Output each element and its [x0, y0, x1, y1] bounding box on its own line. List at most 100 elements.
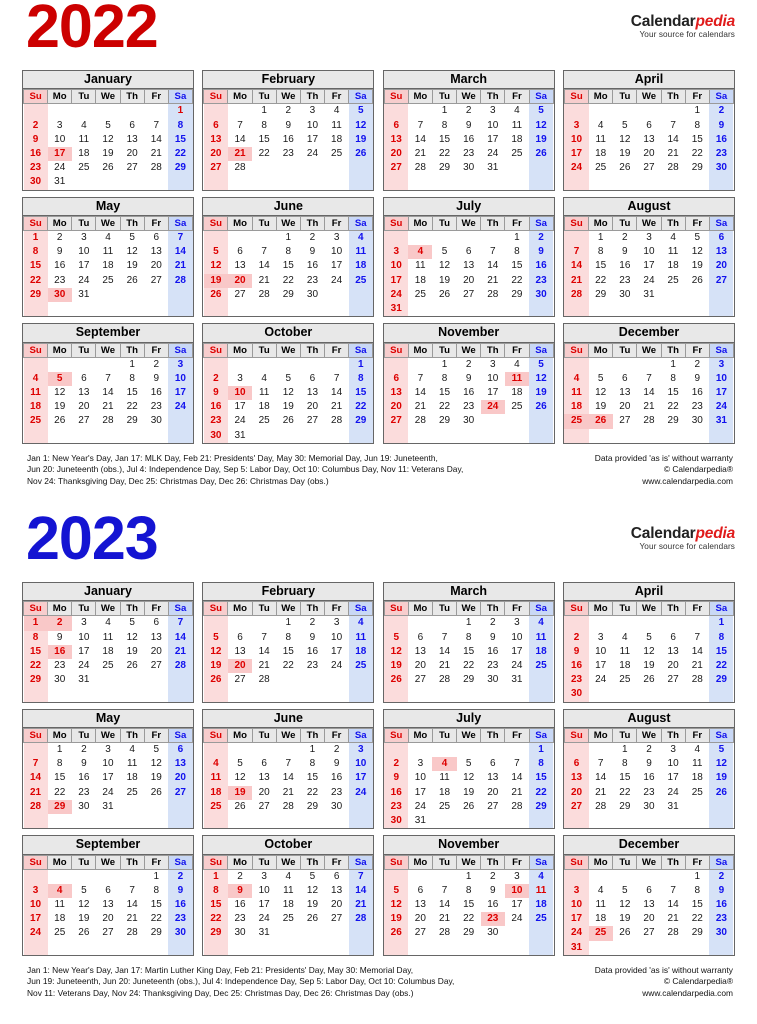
day-cell[interactable]: 23	[564, 673, 589, 688]
day-cell[interactable]: 15	[120, 386, 144, 400]
day-cell[interactable]: 9	[685, 372, 709, 386]
day-cell[interactable]: 12	[457, 771, 481, 785]
day-cell[interactable]: 5	[529, 357, 554, 372]
day-cell[interactable]: 22	[23, 273, 48, 288]
day-cell[interactable]: 30	[564, 687, 589, 702]
day-cell[interactable]: 11	[120, 757, 144, 771]
day-cell[interactable]: 27	[252, 800, 276, 814]
day-cell[interactable]: 7	[432, 884, 456, 898]
day-cell[interactable]: 5	[300, 869, 324, 884]
day-cell[interactable]: 26	[120, 659, 144, 673]
day-cell[interactable]: 15	[23, 644, 48, 659]
day-cell[interactable]: 2	[23, 118, 48, 133]
day-cell[interactable]: 7	[120, 884, 144, 898]
day-cell[interactable]: 10	[709, 371, 734, 386]
day-cell[interactable]: 17	[709, 385, 734, 401]
day-cell[interactable]: 12	[48, 386, 72, 400]
day-cell[interactable]: 1	[709, 615, 734, 631]
day-cell[interactable]: 26	[300, 912, 324, 926]
day-cell[interactable]: 24	[480, 400, 505, 415]
day-cell[interactable]: 17	[589, 659, 613, 673]
day-cell[interactable]: 7	[144, 119, 168, 133]
day-cell[interactable]: 14	[685, 645, 709, 659]
day-cell[interactable]: 27	[72, 414, 96, 428]
day-cell[interactable]: 20	[384, 146, 409, 162]
day-cell[interactable]: 14	[432, 898, 456, 912]
day-cell[interactable]: 29	[348, 414, 373, 429]
day-cell[interactable]: 6	[203, 118, 228, 133]
day-cell[interactable]: 14	[144, 133, 168, 147]
day-cell[interactable]: 19	[613, 912, 637, 926]
day-cell[interactable]: 5	[72, 884, 96, 898]
day-cell[interactable]: 16	[613, 259, 637, 273]
day-cell[interactable]: 19	[685, 259, 709, 273]
day-cell[interactable]: 11	[203, 771, 228, 786]
day-cell[interactable]: 18	[120, 771, 144, 785]
day-cell[interactable]: 10	[408, 771, 432, 785]
day-cell[interactable]: 13	[228, 259, 252, 273]
day-cell[interactable]: 6	[384, 118, 409, 133]
day-cell[interactable]: 14	[564, 259, 589, 274]
day-cell[interactable]: 8	[505, 245, 529, 259]
day-cell[interactable]: 11	[661, 245, 685, 259]
day-cell[interactable]: 20	[252, 786, 276, 800]
day-cell[interactable]: 20	[613, 400, 637, 414]
day-cell[interactable]: 19	[529, 385, 554, 401]
day-cell[interactable]: 1	[661, 357, 685, 372]
day-cell[interactable]: 15	[661, 386, 685, 400]
day-cell[interactable]: 5	[120, 230, 144, 245]
day-cell[interactable]: 2	[72, 742, 96, 757]
day-cell[interactable]: 3	[564, 118, 589, 133]
day-cell[interactable]: 10	[252, 884, 276, 898]
day-cell[interactable]: 7	[661, 119, 685, 133]
day-cell[interactable]: 23	[709, 146, 734, 162]
day-cell[interactable]: 7	[168, 230, 193, 246]
day-cell[interactable]: 19	[384, 912, 409, 927]
day-cell[interactable]: 28	[120, 926, 144, 940]
day-cell[interactable]: 24	[564, 926, 589, 941]
day-cell[interactable]: 31	[384, 301, 409, 317]
day-cell[interactable]: 21	[96, 400, 120, 414]
day-cell[interactable]: 21	[168, 644, 193, 659]
day-cell[interactable]: 13	[144, 631, 168, 645]
day-cell[interactable]: 1	[685, 869, 709, 884]
day-cell[interactable]: 16	[300, 645, 324, 659]
day-cell[interactable]: 18	[505, 133, 529, 147]
day-cell[interactable]: 28	[408, 414, 432, 428]
day-cell[interactable]: 7	[408, 372, 432, 386]
day-cell[interactable]: 16	[709, 132, 734, 147]
day-cell[interactable]: 21	[168, 259, 193, 274]
day-cell[interactable]: 27	[408, 926, 432, 940]
day-cell[interactable]: 18	[96, 645, 120, 659]
day-cell[interactable]: 5	[529, 103, 554, 119]
day-cell[interactable]: 2	[529, 230, 554, 246]
day-cell[interactable]: 28	[325, 414, 349, 428]
day-cell[interactable]: 27	[96, 926, 120, 940]
day-cell[interactable]: 10	[481, 372, 505, 386]
day-cell[interactable]: 23	[384, 799, 409, 814]
day-cell[interactable]: 2	[637, 742, 661, 757]
day-cell[interactable]: 21	[144, 147, 168, 161]
day-cell[interactable]: 27	[637, 161, 661, 175]
day-cell[interactable]: 28	[661, 161, 685, 175]
day-cell[interactable]: 19	[384, 658, 409, 674]
day-cell[interactable]: 11	[564, 385, 589, 401]
day-cell[interactable]: 31	[564, 940, 589, 955]
day-cell[interactable]: 5	[432, 245, 456, 259]
day-cell[interactable]: 30	[457, 161, 481, 175]
day-cell[interactable]: 15	[709, 644, 734, 659]
day-cell[interactable]: 2	[709, 103, 734, 119]
day-cell[interactable]: 31	[48, 175, 72, 189]
day-cell[interactable]: 21	[505, 786, 529, 800]
day-cell[interactable]: 1	[505, 230, 529, 245]
day-cell[interactable]: 9	[72, 757, 96, 771]
day-cell[interactable]: 25	[276, 912, 300, 926]
day-cell[interactable]: 8	[432, 119, 456, 133]
day-cell[interactable]: 21	[227, 146, 253, 162]
day-cell[interactable]: 7	[252, 245, 276, 259]
day-cell[interactable]: 18	[589, 147, 613, 161]
day-cell[interactable]: 18	[613, 659, 637, 673]
day-cell[interactable]: 18	[325, 133, 349, 147]
day-cell[interactable]: 20	[120, 147, 144, 161]
day-cell[interactable]: 23	[48, 274, 72, 288]
